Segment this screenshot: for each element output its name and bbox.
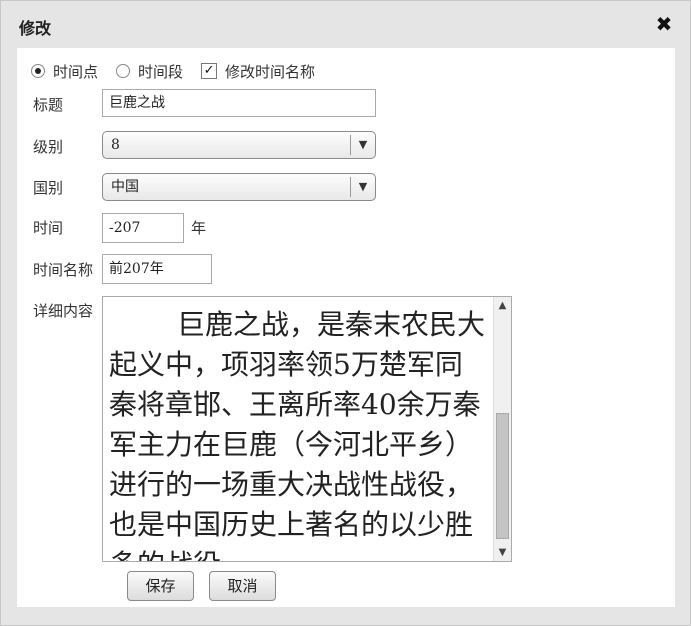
- level-select-value: 8: [111, 137, 120, 153]
- title-label: 标题: [33, 96, 64, 114]
- modify-time-name-checkbox[interactable]: ✓: [201, 63, 218, 79]
- detail-label: 详细内容: [33, 302, 94, 320]
- arrow-up-icon[interactable]: ▲: [494, 297, 511, 314]
- modify-time-name-label[interactable]: 修改时间名称: [225, 61, 315, 82]
- level-select[interactable]: 8 ▼: [102, 131, 376, 159]
- dialog-title: 修改: [19, 19, 52, 38]
- detail-text: 巨鹿之战，是秦末农民大起义中，项羽率领5万楚军同秦将章邯、王离所率40余万秦军主…: [109, 308, 486, 561]
- chevron-down-icon[interactable]: ▼: [350, 135, 375, 155]
- level-label: 级别: [33, 138, 64, 156]
- country-select[interactable]: 中国 ▼: [102, 173, 376, 201]
- country-label: 国别: [33, 179, 64, 197]
- time-range-radio[interactable]: [116, 64, 131, 78]
- time-input[interactable]: -207: [102, 213, 184, 243]
- time-point-label[interactable]: 时间点: [53, 61, 98, 82]
- cancel-button[interactable]: 取消: [209, 571, 276, 601]
- detail-textarea[interactable]: 巨鹿之战，是秦末农民大起义中，项羽率领5万楚军同秦将章邯、王离所率40余万秦军主…: [102, 296, 512, 562]
- dialog-body: 时间点 时间段 ✓ 修改时间名称 标题 巨鹿之战 级别 8 ▼ 国别 中国 ▼ …: [17, 48, 675, 607]
- time-label: 时间: [33, 219, 64, 237]
- textarea-scrollbar[interactable]: ▲ ▼: [493, 297, 511, 561]
- save-button[interactable]: 保存: [127, 571, 194, 601]
- time-unit-label: 年: [191, 219, 207, 237]
- edit-dialog: 修改 ✖ 时间点 时间段 ✓ 修改时间名称 标题 巨鹿之战 级别 8 ▼ 国别 …: [0, 0, 691, 626]
- title-input[interactable]: 巨鹿之战: [102, 89, 376, 117]
- time-name-input[interactable]: 前207年: [102, 254, 212, 284]
- time-type-options: 时间点 时间段 ✓ 修改时间名称: [31, 60, 333, 82]
- time-point-radio[interactable]: [31, 64, 45, 78]
- chevron-down-icon[interactable]: ▼: [350, 177, 375, 197]
- scrollbar-thumb[interactable]: [496, 413, 509, 539]
- arrow-down-icon[interactable]: ▼: [494, 544, 511, 561]
- close-icon[interactable]: ✖: [653, 13, 675, 35]
- country-select-value: 中国: [111, 179, 139, 195]
- time-range-label[interactable]: 时间段: [138, 61, 183, 82]
- time-name-label: 时间名称: [33, 261, 94, 279]
